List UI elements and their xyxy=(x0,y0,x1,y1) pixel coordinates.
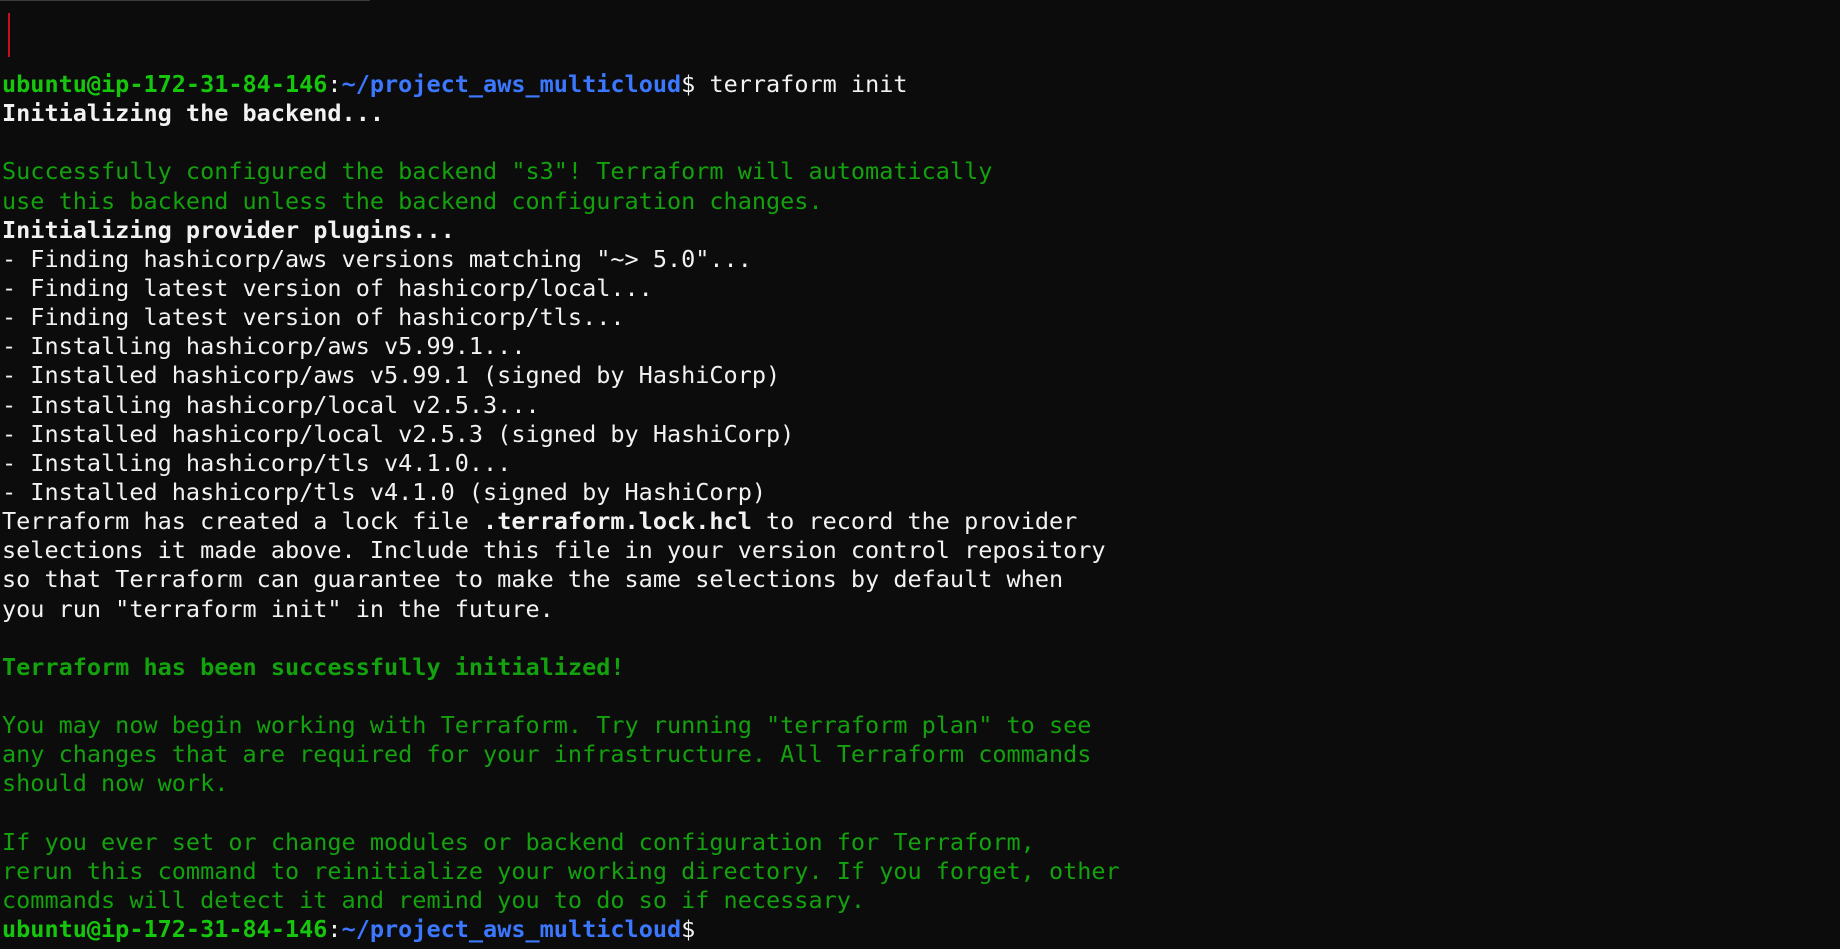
prompt-line[interactable]: ubuntu@ip-172-31-84-146:~/project_aws_mu… xyxy=(2,915,1120,944)
prompt-user-host: ubuntu@ip-172-31-84-146 xyxy=(2,915,328,944)
output-line: you run "terraform init" in the future. xyxy=(2,594,554,623)
output-line: Successfully configured the backend "s3"… xyxy=(2,157,993,186)
red-marker-line xyxy=(8,13,10,57)
output-line: - Installed hashicorp/local v2.5.3 (sign… xyxy=(2,419,795,448)
lock-file-name: .terraform.lock.hcl xyxy=(483,507,752,536)
output-line: - Installed hashicorp/tls v4.1.0 (signed… xyxy=(2,477,767,506)
prompt-symbol: $ xyxy=(681,70,696,98)
output-line: - Finding hashicorp/aws versions matchin… xyxy=(2,244,752,273)
output-line: If you ever set or change modules or bac… xyxy=(2,827,1035,856)
output-line: Initializing provider plugins... xyxy=(2,215,455,244)
output-line: rerun this command to reinitialize your … xyxy=(2,856,1120,885)
output-line: selections it made above. Include this f… xyxy=(2,536,1106,565)
terminal-output: ubuntu@ip-172-31-84-146:~/project_aws_mu… xyxy=(2,70,1120,944)
output-line: any changes that are required for your i… xyxy=(2,740,1092,769)
output-line: - Installed hashicorp/aws v5.99.1 (signe… xyxy=(2,361,781,390)
prompt-symbol: $ xyxy=(681,915,696,944)
output-line: You may now begin working with Terraform… xyxy=(2,711,1092,740)
output-line: - Finding latest version of hashicorp/tl… xyxy=(2,303,625,332)
output-line: so that Terraform can guarantee to make … xyxy=(2,565,1064,594)
command-text: terraform init xyxy=(695,70,908,98)
terminal-window[interactable]: ubuntu@ip-172-31-84-146:~/project_aws_mu… xyxy=(0,0,1840,949)
output-line: Terraform has created a lock file .terra… xyxy=(2,507,1120,536)
output-line: should now work. xyxy=(2,769,229,798)
output-line: - Installing hashicorp/aws v5.99.1... xyxy=(2,332,526,361)
output-text: to record the provider xyxy=(751,507,1078,536)
prompt-path: ~/project_aws_multicloud xyxy=(341,915,682,944)
output-line: - Finding latest version of hashicorp/lo… xyxy=(2,273,653,302)
output-line: commands will detect it and remind you t… xyxy=(2,885,866,914)
output-line: - Installing hashicorp/local v2.5.3... xyxy=(2,390,540,419)
success-message: Terraform has been successfully initiali… xyxy=(2,652,625,681)
output-line: use this backend unless the backend conf… xyxy=(2,186,823,215)
top-divider xyxy=(0,0,370,1)
output-line: Initializing the backend... xyxy=(2,99,385,128)
prompt-line: ubuntu@ip-172-31-84-146:~/project_aws_mu… xyxy=(2,70,1120,99)
prompt-path: ~/project_aws_multicloud xyxy=(341,70,682,98)
prompt-separator: : xyxy=(327,915,342,944)
prompt-user-host: ubuntu@ip-172-31-84-146 xyxy=(2,70,328,98)
output-line: - Installing hashicorp/tls v4.1.0... xyxy=(2,448,512,477)
prompt-separator: : xyxy=(327,70,342,98)
output-text: Terraform has created a lock file xyxy=(2,507,484,536)
